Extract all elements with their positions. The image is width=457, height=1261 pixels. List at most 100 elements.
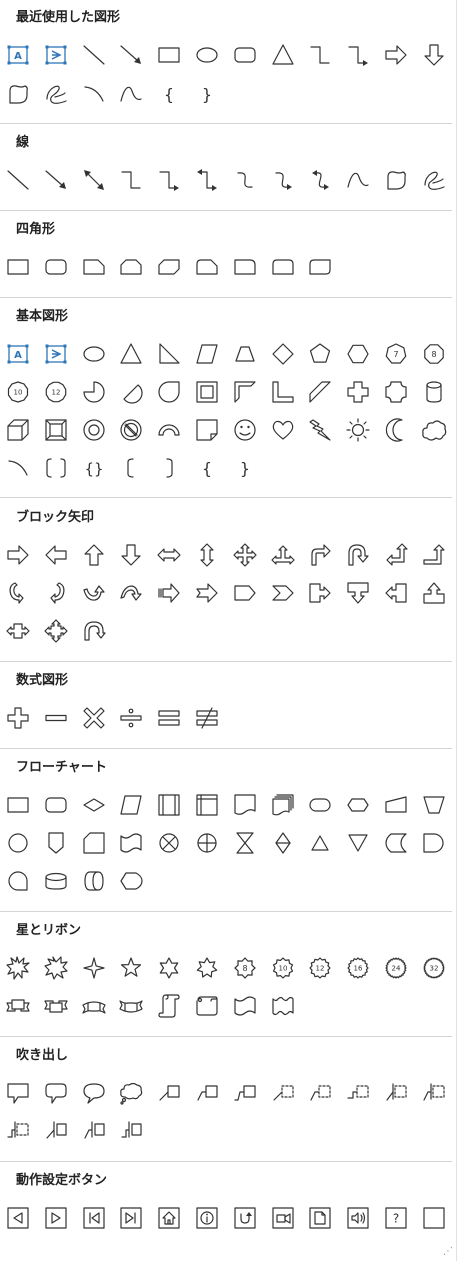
heart-icon[interactable] — [268, 415, 298, 445]
not-equal-icon[interactable] — [192, 703, 222, 733]
wave-icon[interactable] — [230, 991, 260, 1021]
plaque-icon[interactable] — [381, 377, 411, 407]
quad-arrow-icon[interactable] — [230, 540, 260, 570]
action-button-document-icon[interactable] — [305, 1203, 335, 1233]
rectangle-icon[interactable] — [3, 252, 33, 282]
circular-arrow-icon[interactable] — [79, 616, 109, 646]
minus-icon[interactable] — [41, 703, 71, 733]
rectangular-callout-icon[interactable] — [3, 1078, 33, 1108]
flowchart-internal-storage-icon[interactable] — [192, 790, 222, 820]
chevron-icon[interactable] — [268, 578, 298, 608]
notched-right-arrow-icon[interactable] — [192, 578, 222, 608]
flowchart-stored-data-icon[interactable] — [381, 828, 411, 858]
star-16-point-icon[interactable]: 16 — [343, 953, 373, 983]
rectangle-icon[interactable] — [154, 40, 184, 70]
flowchart-terminator-icon[interactable] — [305, 790, 335, 820]
ribbon-up-icon[interactable] — [3, 991, 33, 1021]
round-single-corner-rectangle-icon[interactable] — [230, 252, 260, 282]
flowchart-direct-access-storage-icon[interactable] — [79, 866, 109, 896]
flowchart-merge-icon[interactable] — [343, 828, 373, 858]
freeform-shape-icon[interactable] — [381, 165, 411, 195]
right-arrow-icon[interactable] — [3, 540, 33, 570]
curved-left-arrow-icon[interactable] — [41, 578, 71, 608]
curved-ribbon-up-icon[interactable] — [79, 991, 109, 1021]
action-button-back-icon[interactable] — [3, 1203, 33, 1233]
vertical-textbox-icon[interactable] — [41, 339, 71, 369]
action-button-help-icon[interactable]: ? — [381, 1203, 411, 1233]
triangle-icon[interactable] — [116, 339, 146, 369]
right-brace-icon[interactable]: } — [192, 79, 222, 109]
action-button-forward-icon[interactable] — [41, 1203, 71, 1233]
action-button-movie-icon[interactable] — [268, 1203, 298, 1233]
right-arrow-icon[interactable] — [381, 40, 411, 70]
down-arrow-icon[interactable] — [116, 540, 146, 570]
round-diagonal-rectangle-icon[interactable] — [305, 252, 335, 282]
flowchart-predefined-process-icon[interactable] — [154, 790, 184, 820]
parallelogram-icon[interactable] — [192, 339, 222, 369]
up-arrow-callout-icon[interactable] — [419, 578, 449, 608]
arrow-line-icon[interactable] — [116, 40, 146, 70]
flowchart-decision-icon[interactable] — [79, 790, 109, 820]
star-12-point-icon[interactable]: 12 — [305, 953, 335, 983]
sun-icon[interactable] — [343, 415, 373, 445]
pie-icon[interactable] — [79, 377, 109, 407]
star-10-point-icon[interactable]: 10 — [268, 953, 298, 983]
oval-icon[interactable] — [192, 40, 222, 70]
quad-arrow-callout-icon[interactable] — [41, 616, 71, 646]
multiply-icon[interactable] — [79, 703, 109, 733]
right-arrow-callout-icon[interactable] — [305, 578, 335, 608]
cloud-callout-icon[interactable] — [116, 1078, 146, 1108]
elbow-double-arrow-connector-icon[interactable] — [192, 165, 222, 195]
textbox-a-icon[interactable]: A — [3, 339, 33, 369]
triangle-icon[interactable] — [268, 40, 298, 70]
snip-diagonal-rectangle-icon[interactable] — [154, 252, 184, 282]
flowchart-sequential-access-storage-icon[interactable] — [3, 866, 33, 896]
freeform-shape-icon[interactable] — [3, 79, 33, 109]
no-symbol-icon[interactable] — [116, 415, 146, 445]
snip-same-side-rectangle-icon[interactable] — [116, 252, 146, 282]
flowchart-manual-input-icon[interactable] — [381, 790, 411, 820]
pentagon-icon[interactable] — [305, 339, 335, 369]
flowchart-collate-icon[interactable] — [230, 828, 260, 858]
line-callout-1-border-accent-icon[interactable] — [41, 1116, 71, 1146]
flowchart-document-icon[interactable] — [230, 790, 260, 820]
left-arrow-icon[interactable] — [41, 540, 71, 570]
action-button-home-icon[interactable] — [154, 1203, 184, 1233]
oval-icon[interactable] — [79, 339, 109, 369]
curved-down-arrow-icon[interactable] — [116, 578, 146, 608]
left-right-up-arrow-icon[interactable] — [268, 540, 298, 570]
block-arc-icon[interactable] — [154, 415, 184, 445]
flowchart-punched-tape-icon[interactable] — [116, 828, 146, 858]
line-icon[interactable] — [3, 165, 33, 195]
line-callout-2-icon[interactable] — [192, 1078, 222, 1108]
curved-right-arrow-icon[interactable] — [3, 578, 33, 608]
arc-icon[interactable] — [3, 453, 33, 483]
flowchart-data-icon[interactable] — [116, 790, 146, 820]
flowchart-connector-icon[interactable] — [3, 828, 33, 858]
scribble-icon[interactable] — [41, 79, 71, 109]
vertical-scroll-icon[interactable] — [154, 991, 184, 1021]
textbox-a-icon[interactable]: A — [3, 40, 33, 70]
dodecagon-icon[interactable]: 12 — [41, 377, 71, 407]
plus-icon[interactable] — [3, 703, 33, 733]
left-right-arrow-callout-icon[interactable] — [3, 616, 33, 646]
up-down-arrow-icon[interactable] — [192, 540, 222, 570]
vertical-textbox-icon[interactable] — [41, 40, 71, 70]
teardrop-icon[interactable] — [154, 377, 184, 407]
line-callout-3-no-border-icon[interactable] — [343, 1078, 373, 1108]
left-up-arrow-icon[interactable] — [381, 540, 411, 570]
left-arrow-callout-icon[interactable] — [381, 578, 411, 608]
round-same-side-rectangle-icon[interactable] — [268, 252, 298, 282]
star-32-point-icon[interactable]: 32 — [419, 953, 449, 983]
rounded-rectangle-icon[interactable] — [230, 40, 260, 70]
elbow-arrow-connector-icon[interactable] — [154, 165, 184, 195]
left-brace-icon[interactable]: { — [154, 79, 184, 109]
flowchart-card-icon[interactable] — [79, 828, 109, 858]
down-arrow-icon[interactable] — [419, 40, 449, 70]
double-wave-icon[interactable] — [268, 991, 298, 1021]
bent-up-arrow-icon[interactable] — [419, 540, 449, 570]
double-brace-icon[interactable]: {} — [79, 453, 109, 483]
donut-icon[interactable] — [79, 415, 109, 445]
line-callout-1-accent-bar-icon[interactable] — [381, 1078, 411, 1108]
left-brace-icon[interactable]: { — [192, 453, 222, 483]
